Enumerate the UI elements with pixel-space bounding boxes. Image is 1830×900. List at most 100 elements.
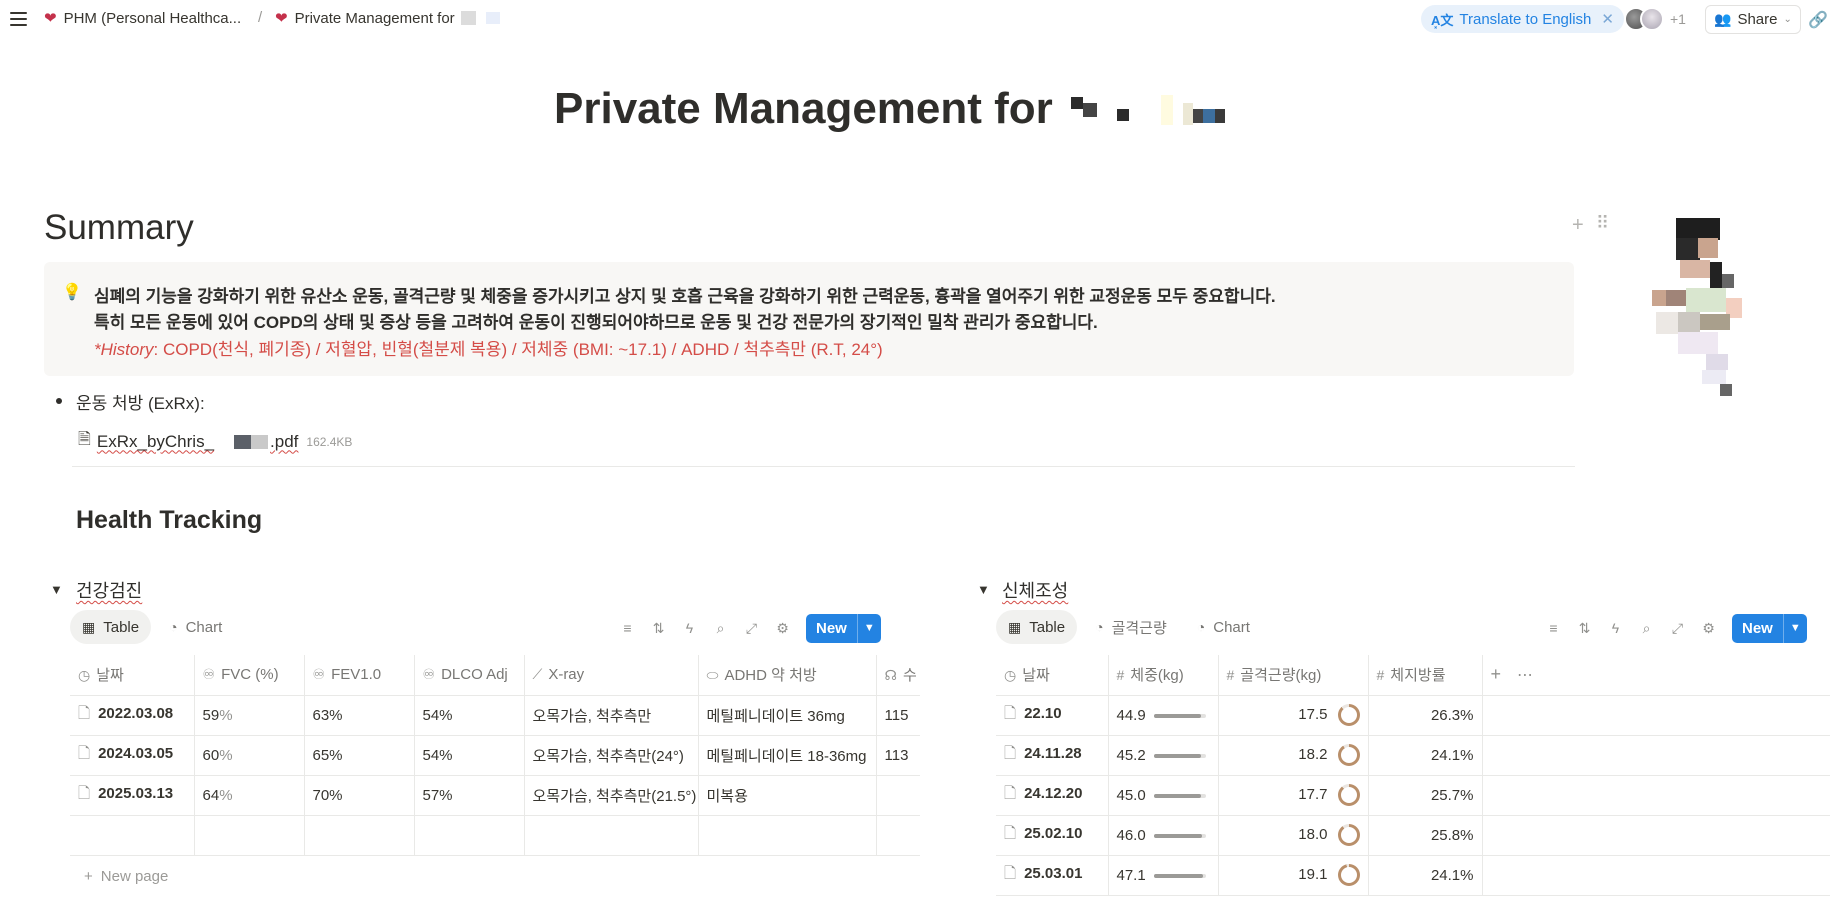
menu-icon[interactable]	[6, 7, 30, 31]
cell-adhd[interactable]: 미복용	[698, 775, 877, 816]
cell-fat[interactable]: 25.8%	[1368, 815, 1483, 856]
col-header-fat[interactable]: # 체지방률	[1368, 655, 1483, 696]
cell-xray[interactable]: 오목가슴, 척추측만(21.5°)	[524, 775, 699, 816]
cell-weight[interactable]: 46.0	[1108, 815, 1219, 856]
cell-fat[interactable]: 26.3%	[1368, 695, 1483, 736]
table-row[interactable]: 🗋 2022.03.08 59% 63% 54% 오목가슴, 척추측만 메틸페니데…	[70, 695, 920, 736]
cell-dlco[interactable]: 57%	[414, 775, 525, 816]
new-button[interactable]: New ▼	[1732, 613, 1807, 643]
cell-xray[interactable]: 오목가슴, 척추측만	[524, 695, 699, 736]
table-row[interactable]: 🗋 24.12.20 45.0 17.7 25.7%	[996, 775, 1830, 816]
cell-extra[interactable]: 115	[876, 695, 920, 736]
col-header-weight[interactable]: # 체중(kg)	[1108, 655, 1219, 696]
cell-muscle[interactable]: 17.7	[1218, 775, 1369, 816]
settings-icon[interactable]: ⚙	[767, 620, 798, 637]
cell-date[interactable]: 🗋 24.12.20	[996, 775, 1109, 816]
cell-weight[interactable]: 45.0	[1108, 775, 1219, 816]
tab-table[interactable]: ▦ Table	[996, 610, 1078, 644]
col-header-date[interactable]: ◷ 날짜	[996, 655, 1109, 696]
automation-icon[interactable]: ϟ	[1600, 620, 1631, 636]
cell-weight[interactable]: 47.1	[1108, 855, 1219, 896]
toggle-triangle-icon[interactable]: ▼	[50, 582, 63, 597]
table-row[interactable]: 🗋 22.10 44.9 17.5 26.3%	[996, 695, 1830, 736]
cell-weight[interactable]: 44.9	[1108, 695, 1219, 736]
breadcrumb-parent[interactable]: ❤ PHM (Personal Healthca...	[44, 9, 241, 28]
new-page-button[interactable]: + New page	[84, 868, 168, 885]
col-header-dlco[interactable]: ♾ DLCO Adj	[414, 655, 525, 696]
cell-date[interactable]: 🗋 25.03.01	[996, 855, 1109, 896]
col-header-xray[interactable]: ⟋ X-ray	[524, 655, 699, 696]
col-header-fvc[interactable]: ♾ FVC (%)	[194, 655, 305, 696]
tab-chart[interactable]: ◔ Chart	[157, 610, 234, 644]
cell-date[interactable]: 🗋 2025.03.13	[70, 775, 195, 816]
cell-weight[interactable]: 45.2	[1108, 735, 1219, 776]
cell-muscle[interactable]: 19.1	[1218, 855, 1369, 896]
tab-skeletal-muscle[interactable]: ◔ 골격근량	[1083, 610, 1179, 644]
add-block-icon[interactable]: +	[1572, 214, 1584, 237]
file-attachment[interactable]: 🗎 ExRx_byChris_ .pdf 162.4KB	[78, 428, 352, 455]
search-icon[interactable]: ⌕	[705, 620, 736, 637]
translate-button[interactable]: A͓文 Translate to English ✕	[1421, 5, 1624, 33]
expand-icon[interactable]: ⤢	[736, 620, 767, 637]
cell-fev[interactable]: 63%	[304, 695, 415, 736]
chevron-down-icon[interactable]: ▼	[1782, 613, 1807, 643]
settings-icon[interactable]: ⚙	[1693, 620, 1724, 637]
link-icon[interactable]: 🔗	[1808, 10, 1828, 30]
db-right-title[interactable]: 신체조성	[1002, 577, 1068, 603]
db-left-title[interactable]: 건강검진	[76, 577, 142, 603]
cell-fat[interactable]: 25.7%	[1368, 775, 1483, 816]
search-icon[interactable]: ⌕	[1631, 620, 1662, 637]
table-row[interactable]: 🗋 25.02.10 46.0 18.0 25.8%	[996, 815, 1830, 856]
add-property-icon[interactable]: +	[1491, 664, 1502, 684]
breadcrumb-current[interactable]: ❤ Private Management for	[275, 9, 500, 27]
more-icon[interactable]: ⋯	[1517, 667, 1533, 684]
cell-dlco[interactable]: 54%	[414, 735, 525, 776]
table-row[interactable]: 🗋 2024.03.05 60% 65% 54% 오목가슴, 척추측만(24°) …	[70, 735, 920, 776]
cell-date[interactable]: 🗋 22.10	[996, 695, 1109, 736]
col-header-extra[interactable]: ☊ 수	[876, 655, 920, 696]
cell-fvc[interactable]: 60%	[194, 735, 305, 776]
col-header-fev[interactable]: ♾ FEV1.0	[304, 655, 415, 696]
cell-adhd[interactable]: 메틸페니데이트 18-36mg	[698, 735, 877, 776]
expand-icon[interactable]: ⤢	[1662, 620, 1693, 637]
cell-date[interactable]: 🗋 25.02.10	[996, 815, 1109, 856]
chevron-down-icon[interactable]: ▼	[856, 613, 881, 643]
tab-table[interactable]: ▦ Table	[70, 610, 152, 644]
table-row[interactable]: 🗋 2025.03.13 64% 70% 57% 오목가슴, 척추측만(21.5°…	[70, 775, 920, 816]
collaborators[interactable]: +1	[1624, 7, 1686, 31]
drag-handle-icon[interactable]: ⠿	[1596, 213, 1609, 234]
cell-muscle[interactable]: 17.5	[1218, 695, 1369, 736]
cell-fev[interactable]: 70%	[304, 775, 415, 816]
cell-extra[interactable]: 113	[876, 735, 920, 776]
col-header-adhd[interactable]: ⬭ ADHD 약 처방	[698, 655, 877, 696]
cell-date[interactable]: 🗋 2024.03.05	[70, 735, 195, 776]
page-title-text: Private Management for	[554, 84, 1053, 133]
cell-xray[interactable]: 오목가슴, 척추측만(24°)	[524, 735, 699, 776]
toggle-triangle-icon[interactable]: ▼	[977, 582, 990, 597]
cell-date[interactable]: 🗋 2022.03.08	[70, 695, 195, 736]
cell-fvc[interactable]: 59%	[194, 695, 305, 736]
filter-icon[interactable]: ≡	[1538, 620, 1569, 636]
new-button[interactable]: New ▼	[806, 613, 881, 643]
filter-icon[interactable]: ≡	[612, 620, 643, 636]
cell-muscle[interactable]: 18.2	[1218, 735, 1369, 776]
tab-chart[interactable]: ◔ Chart	[1185, 610, 1262, 644]
table-row[interactable]: 🗋 25.03.01 47.1 19.1 24.1%	[996, 855, 1830, 896]
sort-icon[interactable]: ⇅	[1569, 620, 1600, 637]
close-icon[interactable]: ✕	[1601, 10, 1614, 28]
sort-icon[interactable]: ⇅	[643, 620, 674, 637]
cell-extra[interactable]	[876, 775, 920, 816]
share-button[interactable]: 👥 Share ⌄	[1705, 5, 1801, 34]
col-header-date[interactable]: ◷ 날짜	[70, 655, 195, 696]
cell-muscle[interactable]: 18.0	[1218, 815, 1369, 856]
table-row[interactable]: 🗋 24.11.28 45.2 18.2 24.1%	[996, 735, 1830, 776]
col-header-muscle[interactable]: # 골격근량(kg)	[1218, 655, 1369, 696]
cell-fvc[interactable]: 64%	[194, 775, 305, 816]
cell-date[interactable]: 🗋 24.11.28	[996, 735, 1109, 776]
automation-icon[interactable]: ϟ	[674, 620, 705, 636]
cell-adhd[interactable]: 메틸페니데이트 36mg	[698, 695, 877, 736]
cell-fat[interactable]: 24.1%	[1368, 855, 1483, 896]
cell-fat[interactable]: 24.1%	[1368, 735, 1483, 776]
cell-dlco[interactable]: 54%	[414, 695, 525, 736]
cell-fev[interactable]: 65%	[304, 735, 415, 776]
